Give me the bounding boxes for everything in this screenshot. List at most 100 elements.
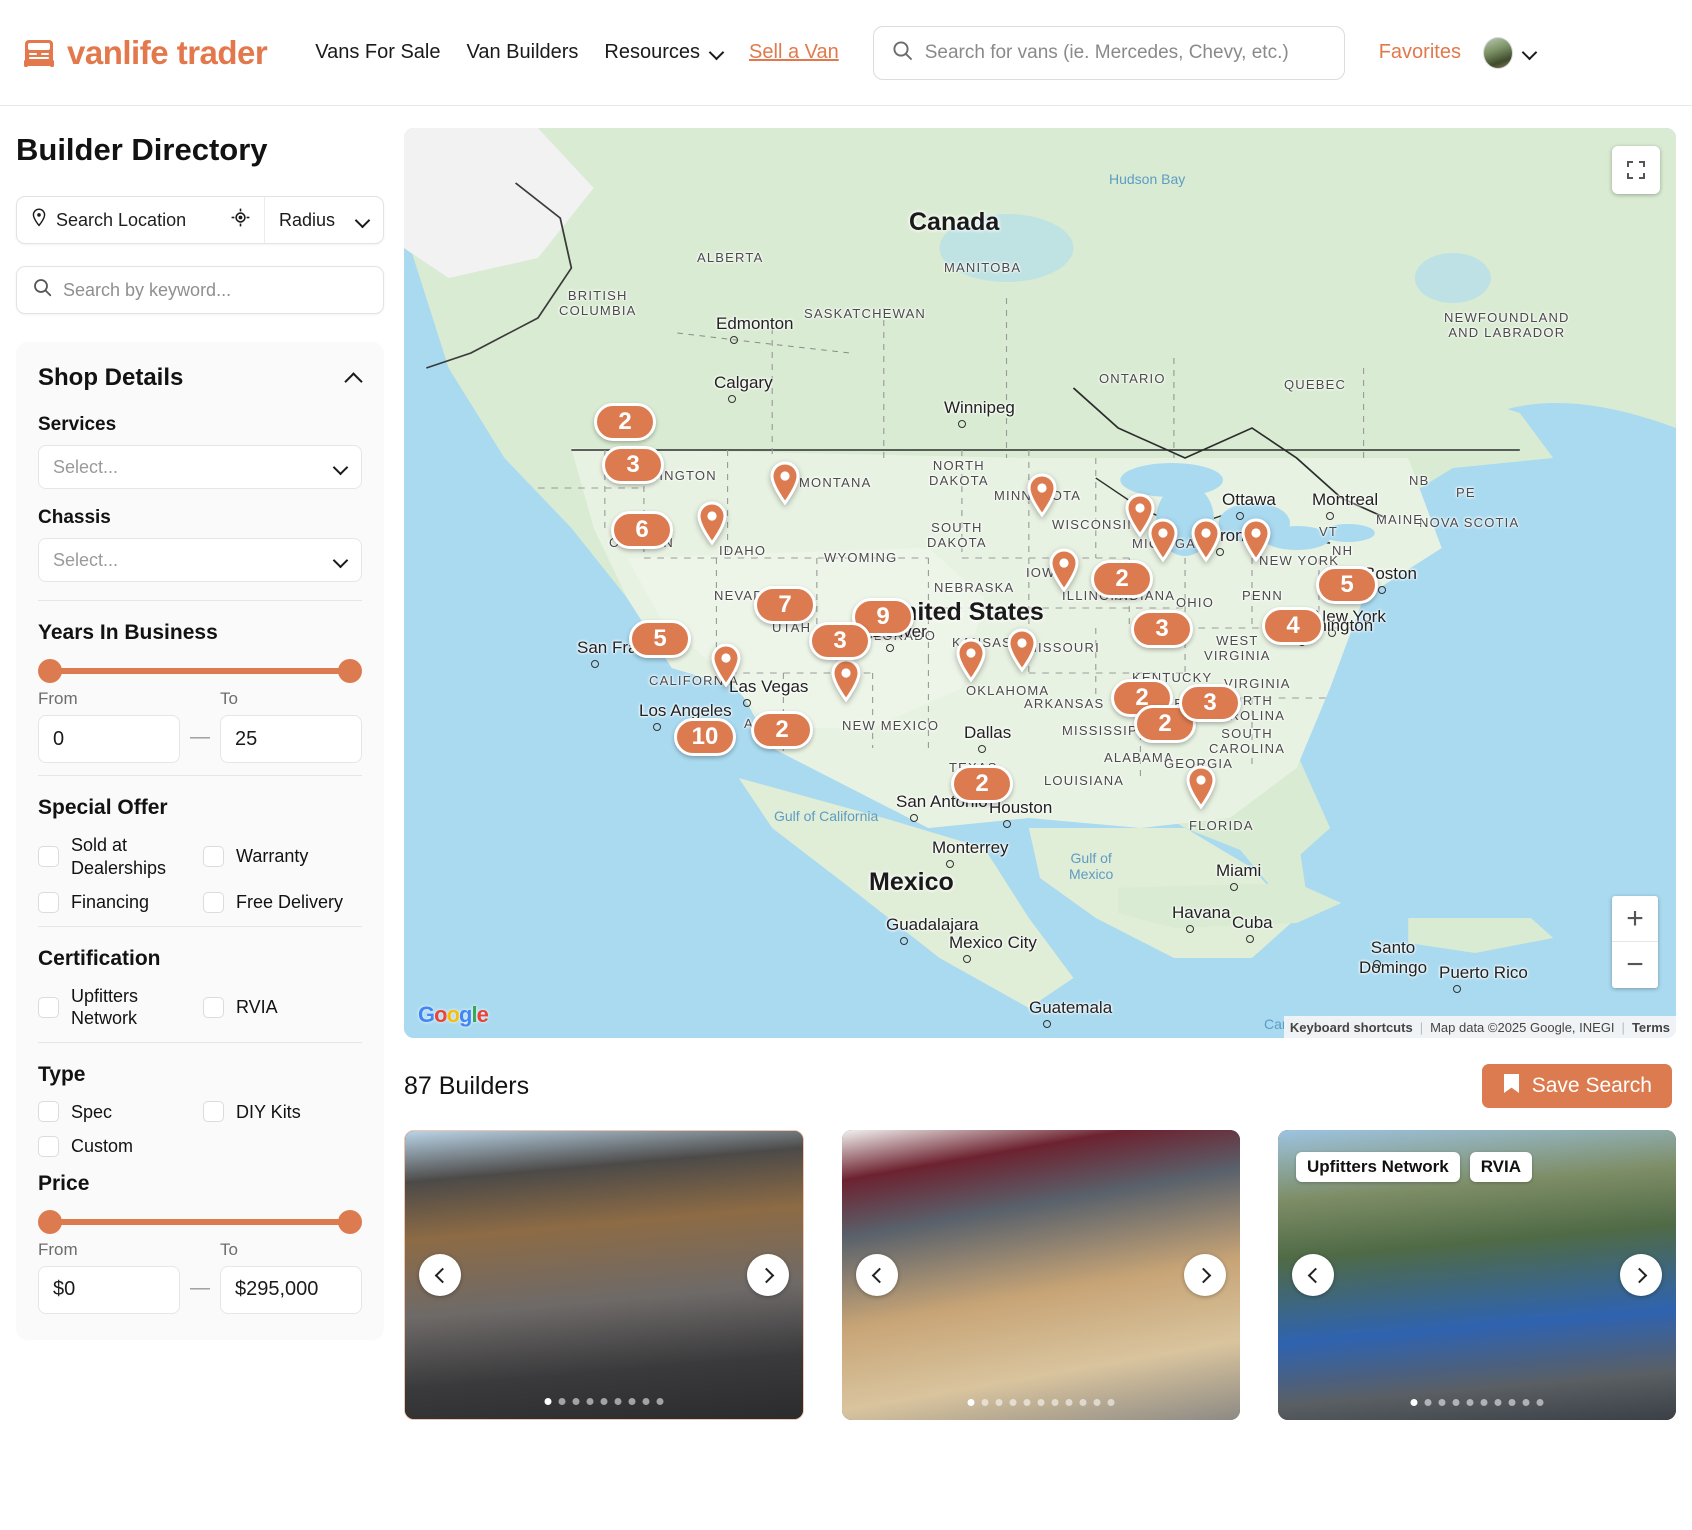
nav-vans-for-sale[interactable]: Vans For Sale xyxy=(315,41,440,64)
carousel-next-button[interactable] xyxy=(747,1254,789,1296)
services-select[interactable]: Select... xyxy=(38,445,362,489)
global-search-input[interactable] xyxy=(925,42,1326,64)
map-cluster-marker[interactable]: 10 xyxy=(674,718,736,756)
map-pin-marker[interactable] xyxy=(829,658,863,702)
carousel-dot[interactable] xyxy=(1024,1399,1031,1406)
carousel-dot[interactable] xyxy=(601,1398,608,1405)
carousel-dot[interactable] xyxy=(1066,1399,1073,1406)
checkbox-rvia[interactable]: RVIA xyxy=(203,985,362,1030)
shop-details-header[interactable]: Shop Details xyxy=(38,364,362,392)
map-pin-marker[interactable] xyxy=(1189,518,1223,562)
carousel-dot[interactable] xyxy=(1509,1399,1516,1406)
map-cluster-marker[interactable]: 3 xyxy=(602,446,664,484)
carousel-dot[interactable] xyxy=(1411,1399,1418,1406)
checkbox-box[interactable] xyxy=(203,846,224,867)
carousel-dot[interactable] xyxy=(1080,1399,1087,1406)
map-cluster-marker[interactable]: 2 xyxy=(951,765,1013,803)
carousel-dot[interactable] xyxy=(1537,1399,1544,1406)
map-cluster-marker[interactable]: 5 xyxy=(1316,566,1378,604)
chevron-up-icon[interactable] xyxy=(344,369,362,387)
carousel-prev-button[interactable] xyxy=(419,1254,461,1296)
price-to-input[interactable] xyxy=(220,1266,362,1314)
builders-map[interactable]: BRITISH COLUMBIAALBERTASASKATCHEWANMANIT… xyxy=(404,128,1676,1038)
map-cluster-marker[interactable]: 3 xyxy=(1179,684,1241,722)
carousel-dot[interactable] xyxy=(615,1398,622,1405)
map-cluster-marker[interactable]: 6 xyxy=(611,511,673,549)
carousel-dot[interactable] xyxy=(657,1398,664,1405)
carousel-dot[interactable] xyxy=(1467,1399,1474,1406)
checkbox-box[interactable] xyxy=(38,1101,59,1122)
checkbox-box[interactable] xyxy=(203,1101,224,1122)
checkbox-sold-at-dealerships[interactable]: Sold at Dealerships xyxy=(38,834,197,879)
keyboard-shortcuts-link[interactable]: Keyboard shortcuts xyxy=(1290,1020,1413,1035)
carousel-dot[interactable] xyxy=(1425,1399,1432,1406)
carousel-prev-button[interactable] xyxy=(856,1254,898,1296)
slider-knob-max[interactable] xyxy=(338,1210,362,1234)
carousel-dot[interactable] xyxy=(1439,1399,1446,1406)
checkbox-diy-kits[interactable]: DIY Kits xyxy=(203,1101,362,1124)
carousel-next-button[interactable] xyxy=(1184,1254,1226,1296)
nav-sell-a-van[interactable]: Sell a Van xyxy=(749,41,839,64)
carousel-dot[interactable] xyxy=(1481,1399,1488,1406)
radius-select[interactable]: Radius xyxy=(265,197,383,243)
carousel-dot[interactable] xyxy=(968,1399,975,1406)
carousel-dot[interactable] xyxy=(559,1398,566,1405)
carousel-dot[interactable] xyxy=(573,1398,580,1405)
carousel-dots[interactable] xyxy=(545,1398,664,1405)
save-search-button[interactable]: Save Search xyxy=(1482,1064,1672,1108)
slider-knob-max[interactable] xyxy=(338,659,362,683)
slider-knob-min[interactable] xyxy=(38,1210,62,1234)
carousel-dot[interactable] xyxy=(1108,1399,1115,1406)
keyword-search[interactable] xyxy=(16,266,384,314)
years-slider[interactable] xyxy=(38,659,362,683)
global-search[interactable] xyxy=(873,26,1345,80)
map-pin-marker[interactable] xyxy=(1146,518,1180,562)
map-cluster-marker[interactable]: 2 xyxy=(594,403,656,441)
favorites-link[interactable]: Favorites xyxy=(1379,41,1461,64)
checkbox-financing[interactable]: Financing xyxy=(38,891,197,914)
nav-van-builders[interactable]: Van Builders xyxy=(467,41,579,64)
map-pin-marker[interactable] xyxy=(1005,628,1039,672)
carousel-dot[interactable] xyxy=(1010,1399,1017,1406)
keyword-input[interactable] xyxy=(63,280,367,301)
checkbox-free-delivery[interactable]: Free Delivery xyxy=(203,891,362,914)
carousel-dot[interactable] xyxy=(1094,1399,1101,1406)
location-input-wrap[interactable] xyxy=(17,197,265,243)
carousel-next-button[interactable] xyxy=(1620,1254,1662,1296)
years-to-input[interactable] xyxy=(220,715,362,763)
years-from-input[interactable] xyxy=(38,715,180,763)
map-pin-marker[interactable] xyxy=(954,638,988,682)
brand-logo[interactable]: vanlife trader xyxy=(22,34,267,72)
checkbox-spec[interactable]: Spec xyxy=(38,1101,197,1124)
map-pin-marker[interactable] xyxy=(768,461,802,505)
carousel-dot[interactable] xyxy=(1453,1399,1460,1406)
carousel-dot[interactable] xyxy=(982,1399,989,1406)
map-pin-marker[interactable] xyxy=(709,643,743,687)
map-cluster-marker[interactable]: 3 xyxy=(1131,610,1193,648)
carousel-dot[interactable] xyxy=(545,1398,552,1405)
map-pin-marker[interactable] xyxy=(1047,548,1081,592)
carousel-dot[interactable] xyxy=(587,1398,594,1405)
carousel-dot[interactable] xyxy=(996,1399,1003,1406)
builder-card[interactable] xyxy=(842,1130,1240,1420)
carousel-dot[interactable] xyxy=(1495,1399,1502,1406)
price-from-input[interactable] xyxy=(38,1266,180,1314)
map-fullscreen-button[interactable] xyxy=(1612,146,1660,194)
chassis-select[interactable]: Select... xyxy=(38,538,362,582)
map-zoom-in-button[interactable]: + xyxy=(1612,896,1658,942)
price-slider[interactable] xyxy=(38,1210,362,1234)
checkbox-box[interactable] xyxy=(38,846,59,867)
checkbox-custom[interactable]: Custom xyxy=(38,1135,197,1158)
builder-card[interactable] xyxy=(404,1130,804,1420)
map-pin-marker[interactable] xyxy=(1025,473,1059,517)
map-cluster-marker[interactable]: 5 xyxy=(629,620,691,658)
carousel-dots[interactable] xyxy=(968,1399,1115,1406)
nav-resources[interactable]: Resources xyxy=(604,41,723,64)
map-cluster-marker[interactable]: 4 xyxy=(1262,607,1324,645)
builder-card[interactable]: Upfitters NetworkRVIA xyxy=(1278,1130,1676,1420)
map-pin-marker[interactable] xyxy=(695,501,729,545)
terms-link[interactable]: Terms xyxy=(1632,1020,1670,1035)
locate-me-icon[interactable] xyxy=(231,208,250,232)
carousel-dot[interactable] xyxy=(643,1398,650,1405)
checkbox-box[interactable] xyxy=(38,892,59,913)
